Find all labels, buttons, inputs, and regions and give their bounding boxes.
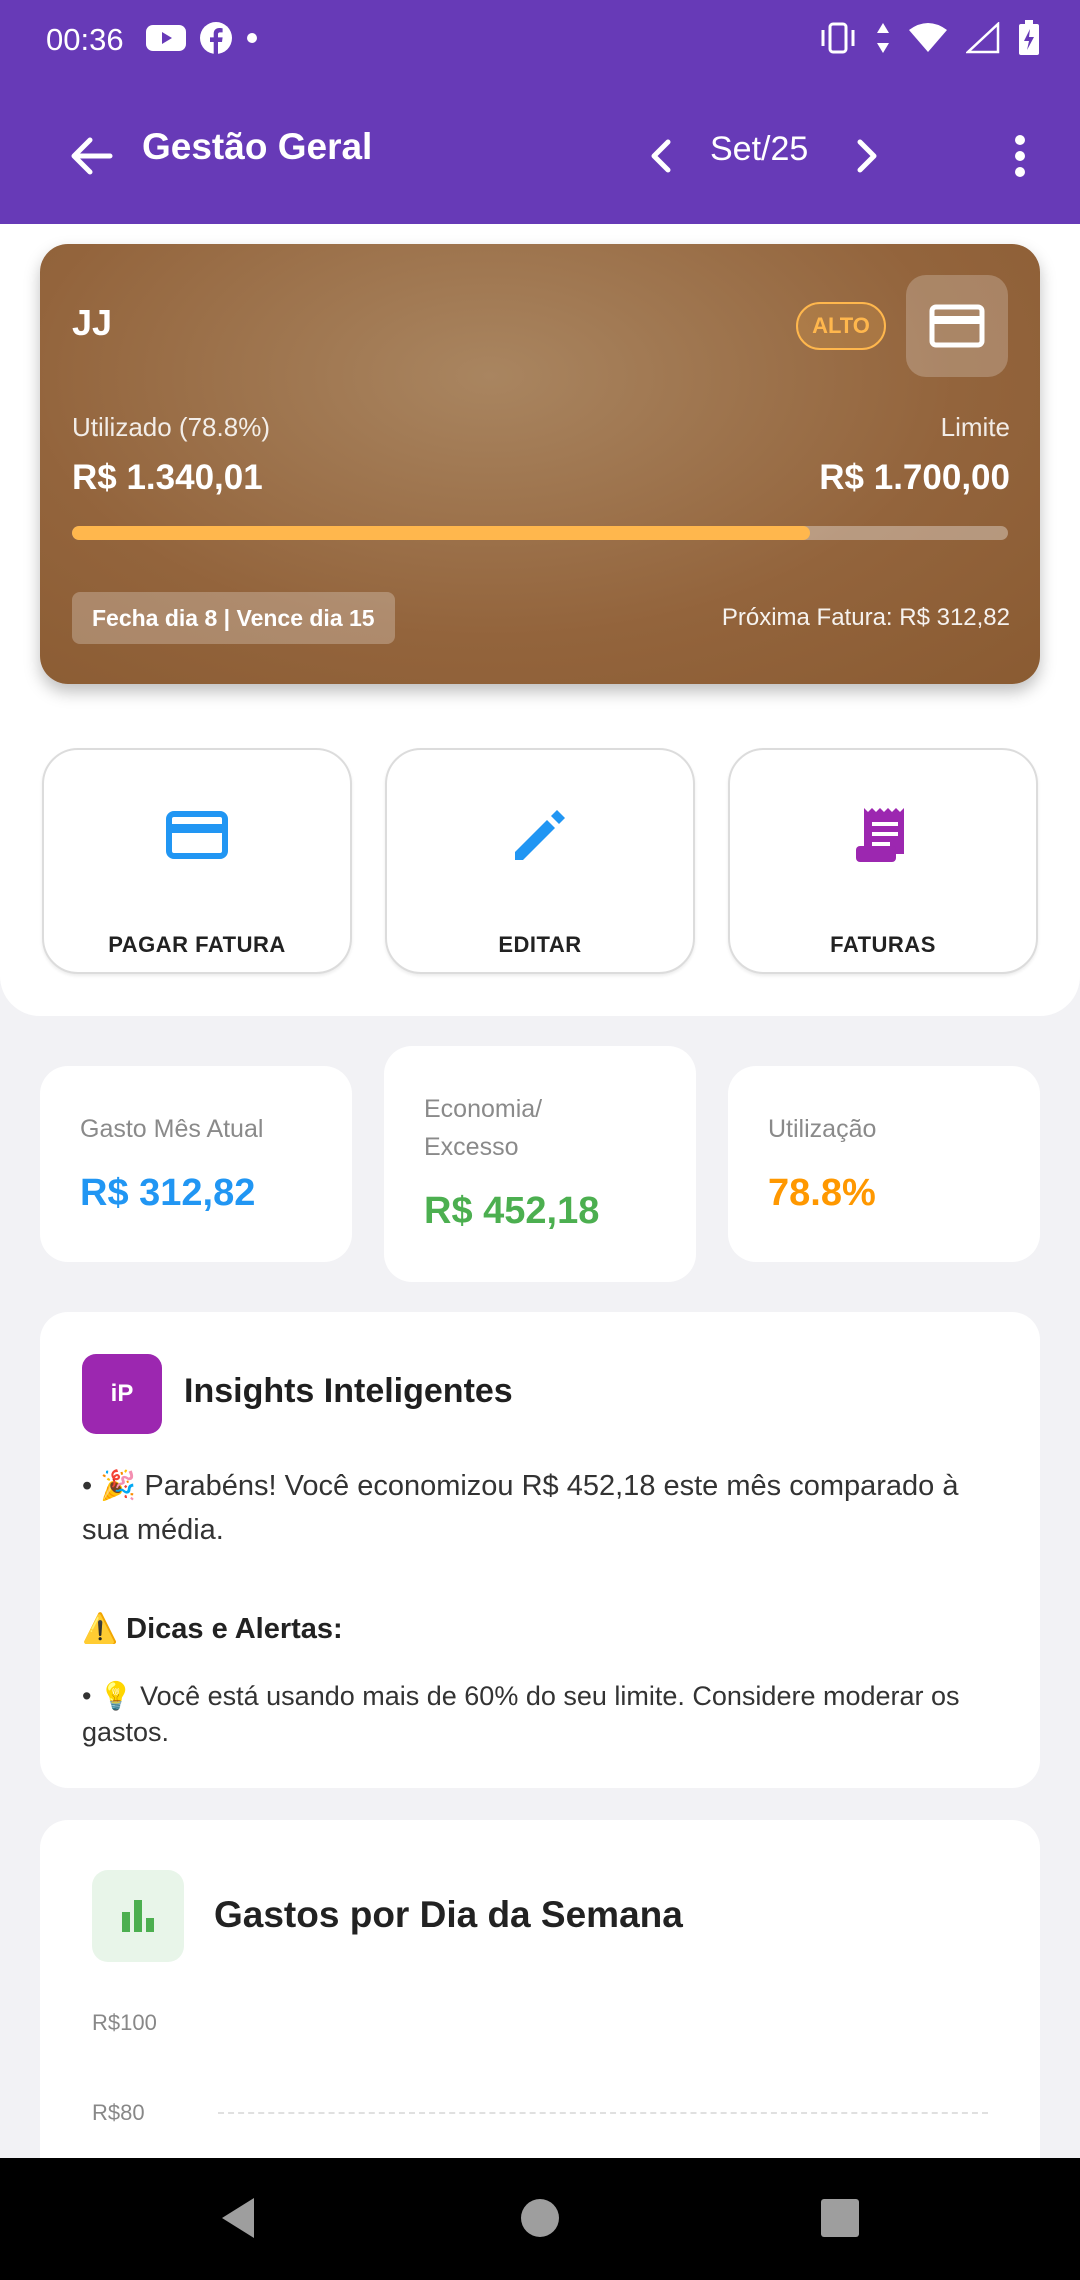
stat-value: 78.8% [768, 1172, 876, 1214]
nav-recents-icon[interactable] [810, 2188, 870, 2248]
stat-card-utilization: Utilização 78.8% [728, 1066, 1040, 1262]
bar-chart-icon [122, 1900, 154, 1932]
limit-label: Limite [940, 412, 1010, 442]
stat-label: Gasto Mês Atual [80, 1115, 264, 1143]
edit-label: EDITAR [498, 932, 582, 957]
tip-message: • 💡 Você está usando mais de 60% do seu … [82, 1681, 960, 1747]
chart-title: Gastos por Dia da Semana [214, 1894, 683, 1935]
used-label: Utilizado (78.8%) [72, 412, 270, 442]
wifi-icon [909, 23, 947, 52]
stat-card-savings: Economia/ Excesso R$ 452,18 [384, 1046, 696, 1282]
stat-value: R$ 312,82 [80, 1172, 256, 1214]
status-bar: 00:36 [0, 0, 1080, 80]
credit-card-icon [166, 811, 228, 859]
more-vert-icon[interactable] [1000, 126, 1040, 186]
notification-dot-icon [247, 33, 257, 43]
page-title: Gestão Geral [142, 126, 373, 167]
chart-icon-box [92, 1870, 184, 1962]
data-arrows-icon [877, 23, 889, 53]
vibrate-icon [821, 22, 855, 54]
risk-badge: ALTO [796, 302, 886, 350]
insights-card: iP Insights Inteligentes • 🎉 Parabéns! V… [40, 1312, 1040, 1788]
battery-icon [1019, 20, 1039, 55]
pencil-icon [515, 810, 565, 860]
stat-label: Economia/ Excesso [424, 1095, 543, 1161]
insights-title: Insights Inteligentes [184, 1372, 513, 1410]
receipt-icon [856, 808, 904, 862]
facebook-icon [200, 22, 232, 54]
closing-due-chip: Fecha dia 8 | Vence dia 15 [72, 592, 395, 644]
next-month-icon[interactable] [848, 126, 888, 186]
credit-card-icon [929, 304, 985, 348]
pay-invoice-label: PAGAR FATURA [108, 932, 286, 957]
limit-value: R$ 1.700,00 [819, 458, 1010, 497]
nav-back-icon[interactable] [210, 2188, 270, 2248]
nav-home-icon[interactable] [510, 2188, 570, 2248]
next-invoice: Próxima Fatura: R$ 312,82 [721, 604, 1010, 631]
insights-avatar: iP [82, 1354, 162, 1434]
card-name: JJ [72, 302, 113, 343]
stat-card-current-spend: Gasto Mês Atual R$ 312,82 [40, 1066, 352, 1262]
current-month: Set/25 [710, 130, 809, 168]
used-value: R$ 1.340,01 [72, 458, 263, 497]
usage-progress-fill [72, 526, 810, 540]
grid-line [218, 2112, 988, 2114]
insight-message: • 🎉 Parabéns! Você economizou R$ 452,18 … [82, 1470, 959, 1546]
signal-icon [966, 22, 1000, 54]
system-nav-bar [0, 2158, 1080, 2280]
tips-title: ⚠️ Dicas e Alertas: [82, 1613, 343, 1645]
stat-value: R$ 452,18 [424, 1190, 600, 1232]
credit-card-summary[interactable]: JJ ALTO Utilizado (78.8%) Limite R$ 1.34… [40, 244, 1040, 684]
previous-month-icon[interactable] [640, 126, 680, 186]
back-arrow-icon[interactable] [62, 126, 122, 186]
y-tick-label: R$100 [92, 2010, 157, 2035]
pay-invoice-button[interactable]: PAGAR FATURA [42, 748, 352, 974]
usage-progress-bar [72, 526, 1008, 540]
invoices-button[interactable]: FATURAS [728, 748, 1038, 974]
app-bar: Gestão Geral Set/25 [0, 80, 1080, 224]
card-icon-box [906, 275, 1008, 377]
edit-button[interactable]: EDITAR [385, 748, 695, 974]
status-time: 00:36 [46, 22, 124, 57]
youtube-icon [146, 25, 186, 51]
invoices-label: FATURAS [830, 932, 936, 957]
stat-label: Utilização [768, 1115, 877, 1143]
y-tick-label: R$80 [92, 2100, 145, 2125]
